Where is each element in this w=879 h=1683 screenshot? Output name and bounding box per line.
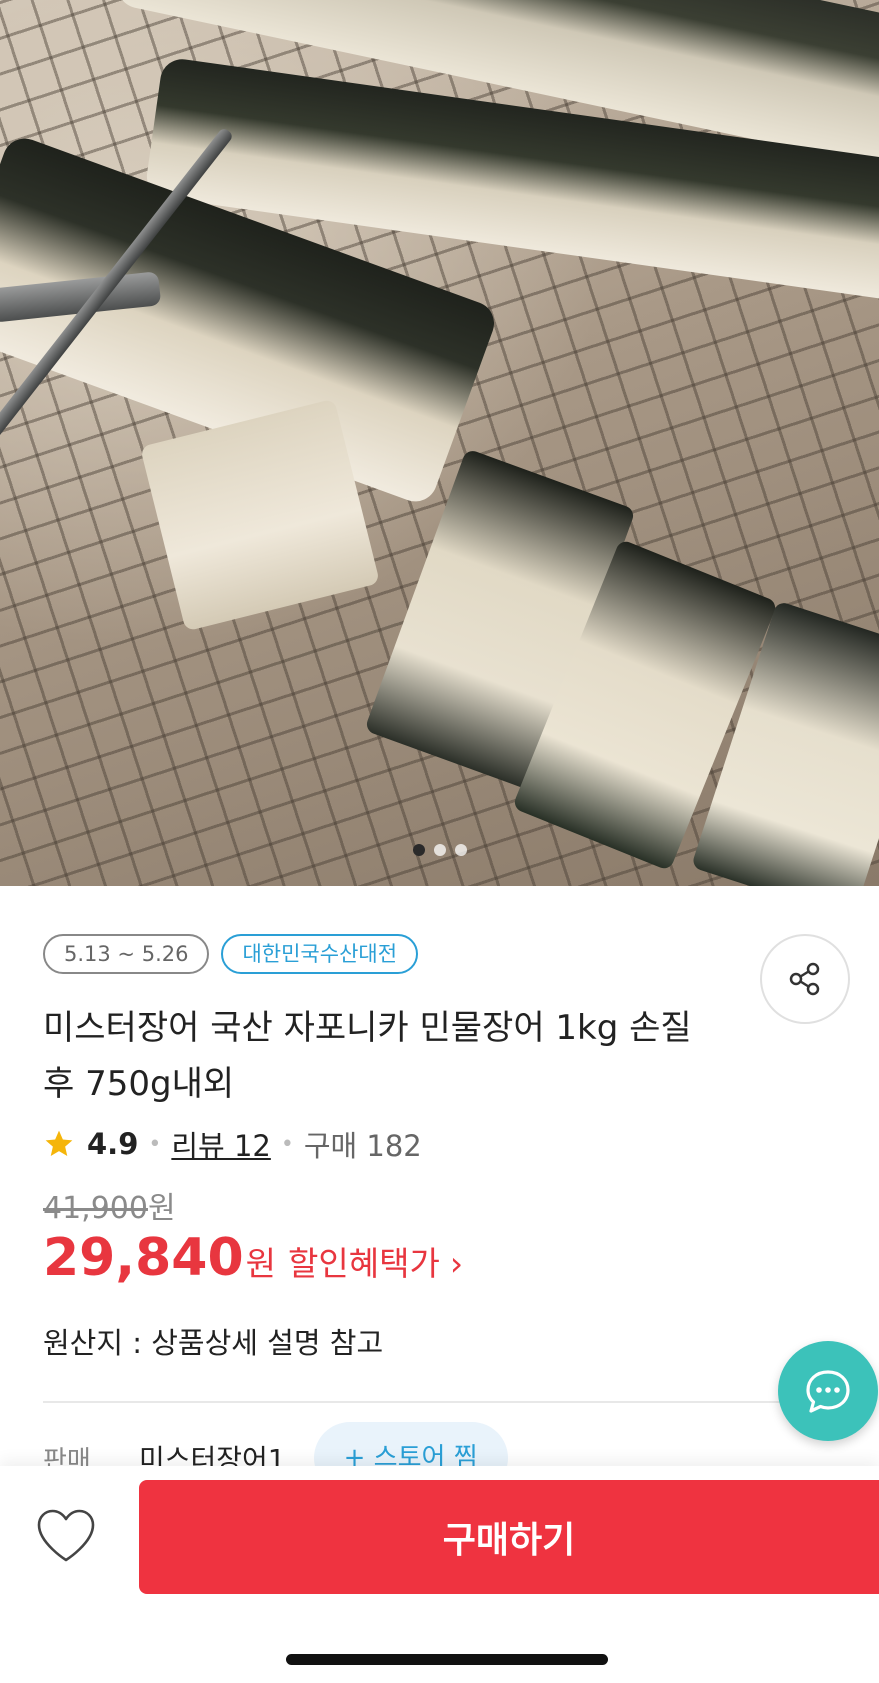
wishlist-button[interactable]: [34, 1506, 98, 1566]
chat-button[interactable]: [778, 1341, 878, 1441]
product-detail-page: 5.13 ~ 5.26 대한민국수산대전 미스터장어 국산 자포니카 민물장어 …: [0, 0, 879, 1683]
share-icon: [789, 962, 820, 996]
share-button[interactable]: [760, 934, 850, 1024]
heart-icon: [37, 1509, 95, 1562]
bottom-action-bar: 구매하기: [0, 1466, 879, 1683]
home-indicator[interactable]: [286, 1654, 608, 1665]
carousel-dot-active[interactable]: [412, 844, 425, 856]
separator-dot: •: [280, 1131, 294, 1157]
review-link[interactable]: 리뷰 12: [171, 1123, 270, 1165]
divider: [43, 1401, 863, 1403]
product-image-carousel[interactable]: [0, 0, 879, 886]
original-price-unit: 원: [147, 1191, 176, 1226]
star-icon: [45, 1130, 73, 1156]
product-title: 미스터장어 국산 자포니카 민물장어 1kg 손질 후 750g내외: [43, 1008, 692, 1104]
buy-button[interactable]: 구매하기: [139, 1480, 879, 1594]
original-price: 41,900원: [43, 1183, 176, 1227]
sale-price-value: 29,840: [43, 1228, 244, 1288]
promo-badges: 5.13 ~ 5.26 대한민국수산대전: [43, 934, 419, 974]
sale-price-row[interactable]: 29,840 원 할인혜택가 ›: [43, 1228, 463, 1288]
rating-row: 4.9 • 리뷰 12 • 구매 182: [43, 1122, 422, 1166]
original-price-value: 41,900: [43, 1191, 148, 1226]
discount-benefit-label: 할인혜택가: [288, 1244, 440, 1283]
chevron-right-icon: ›: [449, 1244, 464, 1283]
separator-dot: •: [148, 1131, 162, 1157]
rating-value: 4.9: [87, 1127, 139, 1161]
origin-info: 원산지 : 상품상세 설명 참고: [43, 1326, 384, 1360]
event-badge[interactable]: 대한민국수산대전: [221, 934, 419, 974]
carousel-indicator: [0, 844, 879, 860]
carousel-dot[interactable]: [433, 844, 446, 856]
carousel-dot[interactable]: [454, 844, 467, 856]
chat-bubble-icon: [806, 1370, 850, 1413]
purchase-count: 구매 182: [303, 1129, 422, 1163]
period-badge: 5.13 ~ 5.26: [43, 934, 210, 974]
sale-price-unit: 원: [245, 1244, 277, 1283]
